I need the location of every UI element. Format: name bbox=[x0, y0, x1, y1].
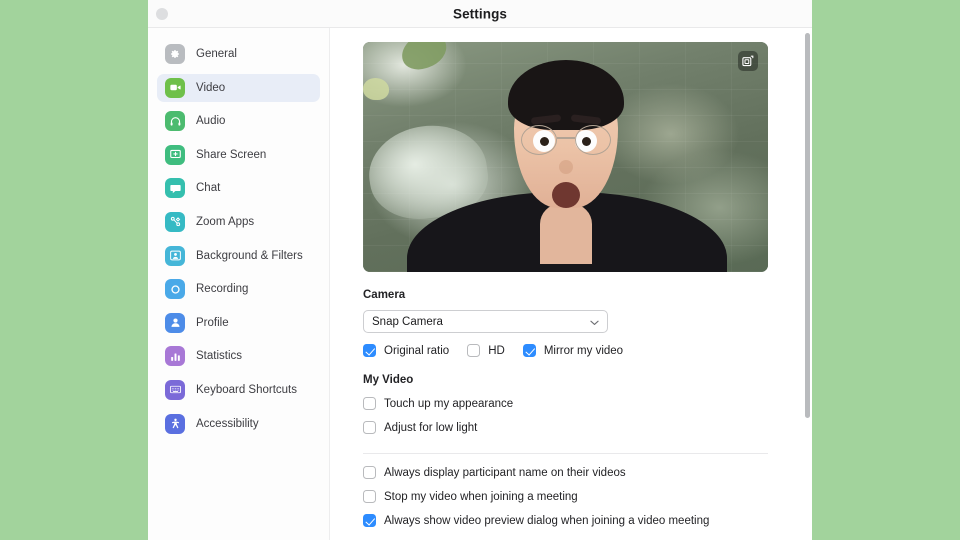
camera-options-row: Original ratio HD Mirror my video bbox=[363, 344, 812, 357]
checkbox-row[interactable]: Original ratio bbox=[363, 344, 449, 357]
sidebar-item-label: Profile bbox=[196, 316, 229, 329]
sidebar-item-zoom-apps[interactable]: Zoom Apps bbox=[157, 208, 320, 236]
sidebar-item-general[interactable]: General bbox=[157, 40, 320, 68]
checkbox-label: Original ratio bbox=[384, 344, 450, 357]
checkbox-unchecked[interactable] bbox=[467, 344, 481, 357]
checkbox-row[interactable]: HD bbox=[467, 344, 505, 357]
share-screen-icon bbox=[165, 144, 185, 165]
sidebar-item-label: Chat bbox=[196, 182, 221, 195]
sidebar-item-recording[interactable]: Recording bbox=[157, 275, 320, 303]
checkbox-unchecked[interactable] bbox=[363, 421, 376, 434]
chat-bubble-icon bbox=[165, 178, 185, 199]
section-divider bbox=[363, 453, 768, 454]
checkbox-row[interactable]: Mirror my video bbox=[522, 344, 624, 357]
settings-window: Settings General Video Audio Share Screen Ch… bbox=[148, 0, 812, 540]
sidebar-item-label: Accessibility bbox=[196, 417, 259, 430]
sidebar-item-label: Zoom Apps bbox=[196, 215, 255, 228]
checkbox-label: Always display participant name on their… bbox=[384, 466, 626, 479]
video-settings-panel: Camera Snap Camera Original ratio HD Mirro… bbox=[330, 28, 812, 540]
checkbox-label: Touch up my appearance bbox=[384, 397, 514, 410]
checkbox-unchecked[interactable] bbox=[363, 397, 376, 410]
title-bar: Settings bbox=[148, 0, 812, 28]
checkbox-unchecked[interactable] bbox=[363, 466, 376, 479]
keyboard-icon bbox=[165, 379, 185, 400]
checkbox-row[interactable]: Always show video preview dialog when jo… bbox=[363, 514, 812, 527]
sidebar-item-label: Audio bbox=[196, 115, 226, 128]
record-icon bbox=[165, 279, 185, 300]
accessibility-icon bbox=[165, 413, 185, 434]
sidebar-item-label: General bbox=[196, 48, 237, 60]
person-nose bbox=[558, 160, 573, 174]
window-body: General Video Audio Share Screen Chat Zoom Ap… bbox=[148, 28, 812, 540]
background-icon bbox=[165, 245, 185, 266]
meeting-video-options: Always display participant name on their… bbox=[363, 466, 812, 527]
headphones-icon bbox=[165, 111, 185, 132]
page-title: Settings bbox=[452, 6, 508, 21]
camcorder-icon bbox=[165, 77, 185, 98]
gear-icon bbox=[165, 44, 185, 64]
sidebar-item-background-filters[interactable]: Background & Filters bbox=[157, 242, 320, 270]
sidebar-item-label: Recording bbox=[196, 283, 249, 296]
checkbox-checked[interactable] bbox=[522, 344, 536, 357]
scrollbar-thumb[interactable] bbox=[805, 33, 810, 418]
settings-sidebar: General Video Audio Share Screen Chat Zoom Ap… bbox=[148, 28, 330, 540]
sidebar-item-keyboard-shortcuts[interactable]: Keyboard Shortcuts bbox=[157, 376, 320, 404]
person-mouth bbox=[551, 182, 580, 208]
sidebar-item-audio[interactable]: Audio bbox=[157, 107, 320, 135]
sidebar-item-accessibility[interactable]: Accessibility bbox=[157, 410, 320, 438]
camera-heading: Camera bbox=[363, 289, 406, 301]
sidebar-item-profile[interactable]: Profile bbox=[157, 309, 320, 337]
checkbox-label: Mirror my video bbox=[543, 344, 624, 357]
person-glasses bbox=[521, 125, 611, 157]
checkbox-row[interactable]: Touch up my appearance bbox=[363, 397, 812, 410]
checkbox-row[interactable]: Adjust for low light bbox=[363, 421, 812, 434]
checkbox-checked[interactable] bbox=[363, 514, 376, 527]
zoom-apps-icon bbox=[165, 211, 185, 232]
checkbox-label: Adjust for low light bbox=[384, 421, 478, 434]
my-video-heading: My Video bbox=[363, 374, 414, 386]
chevron-down-icon bbox=[590, 313, 599, 331]
checkbox-checked[interactable] bbox=[363, 344, 376, 357]
my-video-options: Touch up my appearance Adjust for low lig… bbox=[363, 397, 812, 434]
sidebar-item-label: Background & Filters bbox=[196, 249, 303, 262]
person-icon bbox=[165, 312, 185, 333]
camera-select-value: Snap Camera bbox=[372, 315, 443, 328]
person-neck bbox=[539, 204, 592, 264]
sidebar-item-label: Share Screen bbox=[196, 148, 267, 161]
sidebar-item-label: Statistics bbox=[196, 350, 243, 363]
picture-in-picture-icon[interactable] bbox=[738, 51, 758, 71]
checkbox-unchecked[interactable] bbox=[363, 490, 376, 503]
sidebar-item-share-screen[interactable]: Share Screen bbox=[157, 141, 320, 169]
checkbox-label: Always show video preview dialog when jo… bbox=[384, 514, 710, 527]
bar-chart-icon bbox=[165, 346, 185, 367]
plant-leaf bbox=[363, 78, 389, 100]
video-preview bbox=[363, 42, 768, 272]
checkbox-row[interactable]: Stop my video when joining a meeting bbox=[363, 490, 812, 503]
sidebar-item-chat[interactable]: Chat bbox=[157, 174, 320, 202]
sidebar-item-video[interactable]: Video bbox=[157, 73, 320, 102]
sidebar-item-label: Video bbox=[196, 81, 226, 94]
scrollbar[interactable] bbox=[804, 29, 811, 532]
checkbox-label: Stop my video when joining a meeting bbox=[384, 490, 578, 503]
camera-select[interactable]: Snap Camera bbox=[363, 310, 608, 333]
checkbox-row[interactable]: Always display participant name on their… bbox=[363, 466, 812, 479]
sidebar-item-statistics[interactable]: Statistics bbox=[157, 342, 320, 370]
checkbox-label: HD bbox=[488, 344, 505, 357]
sidebar-item-label: Keyboard Shortcuts bbox=[196, 383, 298, 396]
